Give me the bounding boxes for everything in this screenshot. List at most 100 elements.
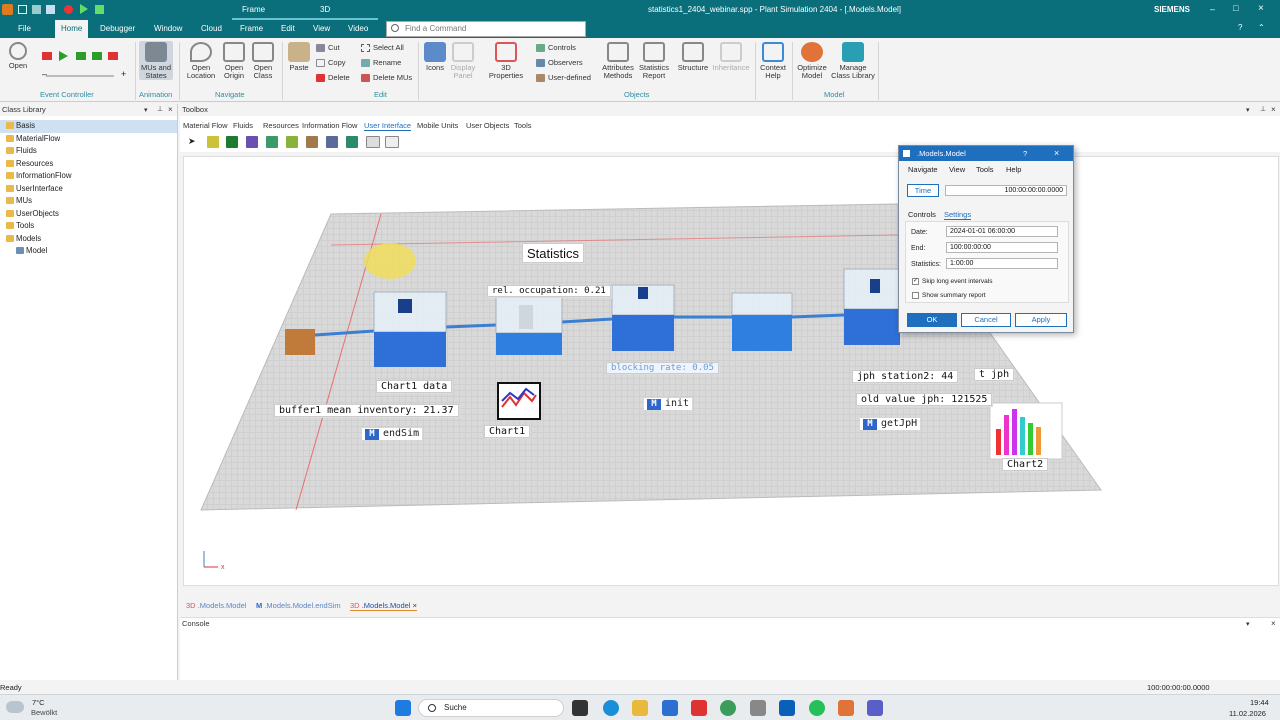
tree-item-informationflow[interactable]: InformationFlow bbox=[0, 170, 177, 183]
help-icon[interactable]: ? bbox=[1238, 23, 1242, 32]
dialog-menu-help[interactable]: Help bbox=[1006, 165, 1021, 174]
tab-window[interactable]: Window bbox=[154, 20, 182, 38]
task-view-icon[interactable] bbox=[572, 700, 588, 716]
show-summary-checkbox[interactable] bbox=[912, 292, 919, 299]
statistics-input[interactable]: 1:00:00 bbox=[946, 258, 1058, 269]
toolbox-tab-user-objects[interactable]: User Objects bbox=[466, 121, 509, 130]
station-2[interactable] bbox=[495, 296, 563, 355]
toolbox-tab-fluids[interactable]: Fluids bbox=[233, 121, 253, 130]
t-jph-label[interactable]: t jph bbox=[974, 368, 1015, 381]
chart1-data-label[interactable]: Chart1 data bbox=[376, 380, 453, 393]
blocking-rate-label[interactable]: blocking rate: 0.05 bbox=[606, 362, 719, 374]
tab-edit[interactable]: Edit bbox=[281, 20, 295, 38]
chart1-icon[interactable] bbox=[497, 382, 541, 420]
statistics-report-button[interactable]: Statistics Report bbox=[637, 42, 671, 80]
button-tool-icon[interactable] bbox=[366, 136, 380, 148]
tab-video[interactable]: Video bbox=[348, 20, 368, 38]
rel-occupation-label[interactable]: rel. occupation: 0.21 bbox=[487, 285, 611, 297]
outlook-icon[interactable] bbox=[779, 700, 795, 716]
image-tool-icon[interactable] bbox=[346, 136, 358, 148]
observers-button[interactable]: Observers bbox=[536, 58, 583, 68]
icons-button[interactable]: Icons bbox=[422, 42, 448, 72]
chart2-label[interactable]: Chart2 bbox=[1002, 458, 1049, 471]
getjph-method[interactable]: MgetJpH bbox=[860, 418, 921, 430]
tab-home[interactable]: Home bbox=[55, 20, 89, 38]
time-button[interactable]: Time bbox=[907, 184, 939, 197]
doc-tab-model-3d-active[interactable]: 3D .Models.Model × bbox=[350, 601, 417, 611]
tab-file[interactable]: File bbox=[18, 20, 31, 38]
dialog-tool-icon[interactable] bbox=[385, 136, 399, 148]
reset-icon[interactable] bbox=[64, 5, 73, 14]
apply-button[interactable]: Apply bbox=[1015, 313, 1067, 327]
display-tool-icon[interactable] bbox=[226, 136, 238, 148]
tree-item-materialflow[interactable]: MaterialFlow bbox=[0, 133, 177, 146]
fast-button[interactable] bbox=[92, 52, 102, 60]
pin-icon[interactable]: ⊥ bbox=[1260, 104, 1266, 116]
start-icon[interactable] bbox=[395, 700, 411, 716]
station-1[interactable] bbox=[373, 291, 447, 367]
copy-button[interactable]: Copy bbox=[316, 58, 346, 68]
jph-station2-label[interactable]: jph station2: 44 bbox=[852, 370, 959, 383]
panel-close-icon[interactable]: × bbox=[168, 104, 173, 116]
close-icon[interactable]: × bbox=[1258, 3, 1264, 14]
pin-icon[interactable]: ⊥ bbox=[157, 104, 163, 116]
tab-controls[interactable]: Controls bbox=[908, 210, 936, 219]
whatsapp-icon[interactable] bbox=[809, 700, 825, 716]
toolbox-tab-mobile-units[interactable]: Mobile Units bbox=[417, 121, 458, 130]
toolbox-tab-resources[interactable]: Resources bbox=[263, 121, 299, 130]
store-icon[interactable] bbox=[662, 700, 678, 716]
station-4[interactable] bbox=[731, 292, 793, 351]
calculator-icon[interactable] bbox=[750, 700, 766, 716]
dialog-menu-tools[interactable]: Tools bbox=[976, 165, 994, 174]
comment-tool-icon[interactable] bbox=[207, 136, 219, 148]
doc-tab-endsim[interactable]: M .Models.Model.endSim bbox=[256, 601, 341, 610]
old-value-jph-label[interactable]: old value jph: 121525 bbox=[856, 393, 993, 406]
teams-icon[interactable] bbox=[867, 700, 883, 716]
rename-button[interactable]: Rename bbox=[361, 58, 401, 68]
user-defined-button[interactable]: User-defined bbox=[536, 73, 591, 83]
table-tool-icon[interactable] bbox=[326, 136, 338, 148]
tab-cloud[interactable]: Cloud bbox=[201, 20, 222, 38]
weather-cloud-icon[interactable] bbox=[6, 701, 24, 713]
manage-library-button[interactable]: Manage Class Library bbox=[830, 42, 876, 80]
sankey-tool-icon[interactable] bbox=[306, 136, 318, 148]
panel-menu-icon[interactable]: ▾ bbox=[144, 105, 148, 117]
dialog-menu-view[interactable]: View bbox=[949, 165, 965, 174]
toolbox-tab-material-flow[interactable]: Material Flow bbox=[183, 121, 228, 130]
panel-menu-icon[interactable]: ▾ bbox=[1246, 105, 1250, 117]
reset-button[interactable] bbox=[42, 52, 52, 60]
dialog-help-button[interactable]: ? bbox=[1023, 146, 1027, 161]
fast-forward-icon[interactable] bbox=[95, 5, 104, 14]
taskbar-search[interactable]: Suche bbox=[418, 699, 564, 717]
tab-settings[interactable]: Settings bbox=[944, 210, 972, 220]
tab-frame[interactable]: Frame bbox=[240, 20, 263, 38]
controls-button[interactable]: Controls bbox=[536, 43, 576, 53]
panel-menu-icon[interactable]: ▾ bbox=[1246, 619, 1250, 631]
dialog-close-button[interactable]: × bbox=[1054, 146, 1059, 161]
open-button[interactable]: Open bbox=[4, 42, 32, 70]
open-origin-button[interactable]: Open Origin bbox=[220, 42, 248, 80]
select-all-button[interactable]: Select All bbox=[361, 43, 404, 53]
new-icon[interactable] bbox=[18, 5, 27, 14]
tab-view[interactable]: View bbox=[313, 20, 330, 38]
station-3[interactable] bbox=[611, 284, 675, 351]
end-button[interactable] bbox=[108, 52, 118, 60]
tree-item-fluids[interactable]: Fluids bbox=[0, 145, 177, 158]
step-button[interactable] bbox=[76, 52, 86, 60]
cancel-button[interactable]: Cancel bbox=[961, 313, 1011, 327]
edge-icon[interactable] bbox=[603, 700, 619, 716]
ok-button[interactable]: OK bbox=[907, 313, 957, 327]
pointer-icon[interactable]: ➤ bbox=[188, 136, 196, 147]
doc-tab-close-icon[interactable]: × bbox=[413, 601, 417, 610]
mus-states-button[interactable]: MUs and States bbox=[139, 41, 173, 80]
tree-item-userinterface[interactable]: UserInterface bbox=[0, 183, 177, 196]
delete-mus-button[interactable]: Delete MUs bbox=[361, 73, 412, 83]
doc-tab-model-3d[interactable]: 3D .Models.Model bbox=[186, 601, 246, 610]
context-help-button[interactable]: Context Help bbox=[758, 42, 788, 80]
chrome-icon[interactable] bbox=[720, 700, 736, 716]
toolbox-tab-user-interface[interactable]: User Interface bbox=[364, 121, 412, 131]
tree-item-models[interactable]: Models bbox=[0, 233, 177, 246]
station-5[interactable] bbox=[843, 268, 901, 345]
tree-item-basis[interactable]: Basis bbox=[0, 120, 177, 133]
faster-icon[interactable]: + bbox=[121, 69, 126, 79]
